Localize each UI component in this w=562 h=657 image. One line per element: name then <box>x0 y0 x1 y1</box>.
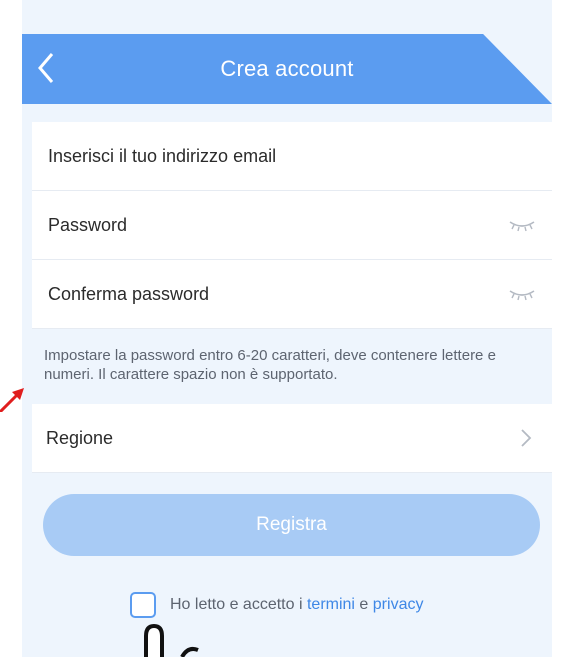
chevron-right-icon <box>521 429 532 447</box>
terms-link[interactable]: termini <box>307 596 355 614</box>
confirm-password-input[interactable] <box>46 282 508 306</box>
region-label: Regione <box>46 427 114 448</box>
region-row[interactable]: Regione <box>32 404 552 473</box>
email-input[interactable] <box>46 144 552 168</box>
agreement-text: Ho letto e accetto <box>170 596 295 613</box>
privacy-link[interactable]: privacy <box>373 596 424 614</box>
eye-closed-icon[interactable] <box>508 286 536 302</box>
red-arrow-icon <box>0 388 24 412</box>
page-title: Crea account <box>220 56 354 81</box>
eye-closed-icon[interactable] <box>508 217 536 233</box>
register-button[interactable]: Registra <box>43 494 540 556</box>
hand-cursor-icon <box>144 623 199 657</box>
password-row <box>32 191 552 260</box>
agreement-text-i: i <box>294 596 307 613</box>
password-hint: Impostare la password entro 6-20 caratte… <box>44 347 496 383</box>
app-screen: Crea account Impostare la password entro… <box>22 0 552 657</box>
top-bar: Crea account <box>22 34 552 104</box>
agreement-checkbox[interactable] <box>130 592 156 618</box>
confirm-password-row <box>32 260 552 329</box>
agreement-row: Ho letto e accetto i termini e privacy <box>130 592 423 618</box>
email-row <box>32 122 552 191</box>
agreement-text-and: e <box>354 596 373 613</box>
password-input[interactable] <box>46 213 508 237</box>
